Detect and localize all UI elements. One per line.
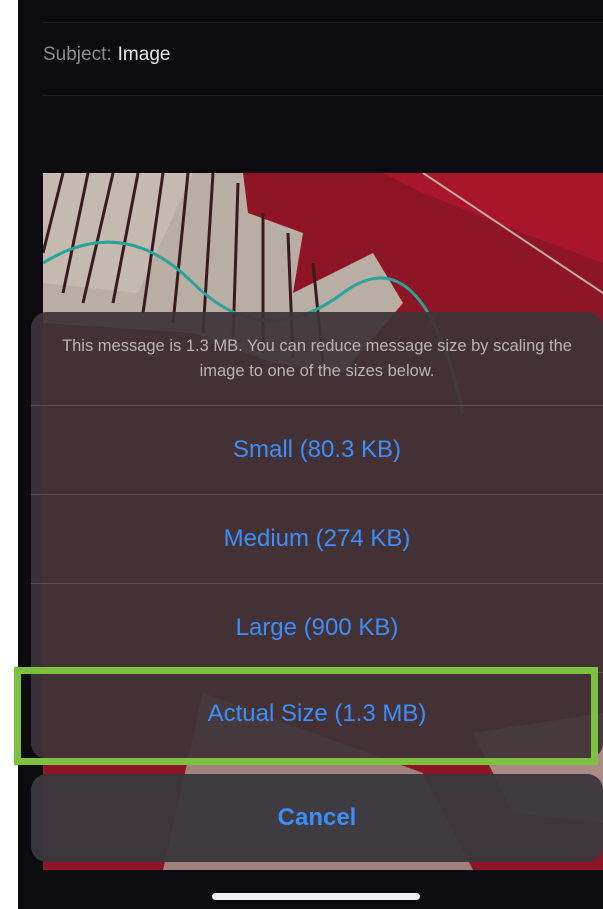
subject-value[interactable]: Image (118, 44, 171, 65)
option-medium-button[interactable]: Medium (274 KB) (31, 495, 603, 584)
option-actual-size-button[interactable]: Actual Size (1.3 MB) (31, 673, 603, 759)
cancel-button[interactable]: Cancel (31, 774, 603, 862)
option-small-button[interactable]: Small (80.3 KB) (31, 406, 603, 495)
subject-label: Subject: (43, 44, 112, 65)
divider (43, 22, 603, 23)
mail-compose-screen: Subject: Image This message is 1.3 MB. Y… (18, 0, 603, 909)
divider (43, 95, 603, 96)
resize-action-sheet: This message is 1.3 MB. You can reduce m… (31, 312, 603, 759)
resize-message: This message is 1.3 MB. You can reduce m… (31, 312, 603, 406)
subject-field[interactable]: Subject: Image (43, 44, 170, 66)
option-large-button[interactable]: Large (900 KB) (31, 584, 603, 673)
home-indicator[interactable] (212, 893, 420, 900)
